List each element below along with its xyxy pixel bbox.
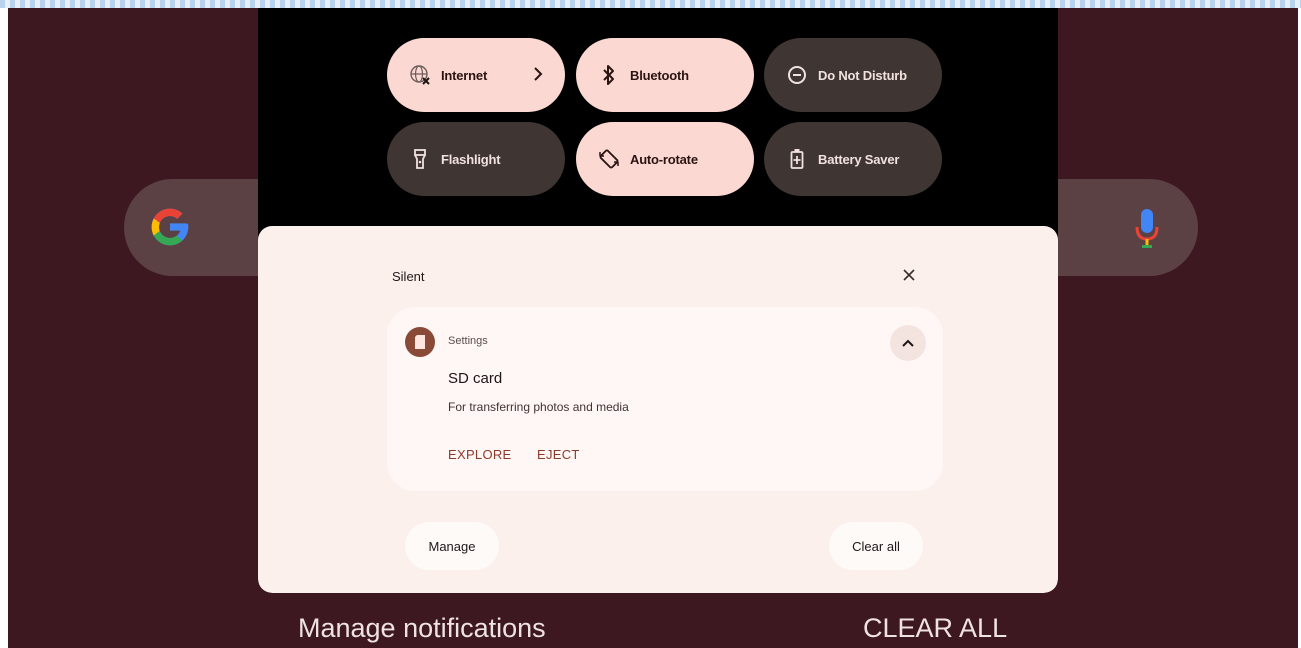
tile-battery-saver-label: Battery Saver	[818, 151, 900, 167]
notification-card-sd-card[interactable]: Settings SD card For transferring photos…	[387, 307, 943, 491]
close-icon[interactable]	[900, 266, 918, 284]
bluetooth-icon	[598, 64, 620, 86]
settings-app-icon	[405, 327, 435, 357]
notification-shade: Internet Bluetooth Do Not Disturb Flashl…	[258, 8, 1058, 593]
tile-internet-label: Internet	[441, 67, 488, 83]
tile-auto-rotate-label: Auto-rotate	[630, 151, 698, 167]
notification-app-name: Settings	[448, 335, 488, 347]
notification-panel: Silent Settings SD card For transferring…	[258, 226, 1058, 593]
tile-do-not-disturb[interactable]: Do Not Disturb	[764, 38, 942, 112]
notification-text: For transferring photos and media	[448, 400, 629, 414]
microphone-icon[interactable]	[1134, 207, 1160, 249]
tile-do-not-disturb-label: Do Not Disturb	[818, 67, 907, 83]
top-dotted-strip	[0, 0, 1301, 8]
eject-action-button[interactable]: EJECT	[537, 447, 580, 462]
explore-action-button[interactable]: EXPLORE	[448, 447, 512, 462]
auto-rotate-icon	[598, 148, 620, 170]
tile-bluetooth-label: Bluetooth	[630, 67, 689, 83]
collapse-button[interactable]	[890, 325, 926, 361]
clear-all-button[interactable]: Clear all	[829, 522, 923, 570]
chevron-up-icon	[902, 339, 914, 347]
tile-flashlight-label: Flashlight	[441, 151, 501, 167]
google-g-icon	[151, 208, 189, 246]
do-not-disturb-icon	[786, 64, 808, 86]
battery-saver-icon	[786, 148, 808, 170]
tile-internet[interactable]: Internet	[387, 38, 565, 112]
clear-all-link[interactable]: CLEAR ALL	[863, 613, 1007, 644]
internet-globe-icon	[409, 64, 431, 86]
tile-flashlight[interactable]: Flashlight	[387, 122, 565, 196]
tile-auto-rotate[interactable]: Auto-rotate	[576, 122, 754, 196]
manage-notifications-link[interactable]: Manage notifications	[298, 613, 546, 644]
tile-bluetooth[interactable]: Bluetooth	[576, 38, 754, 112]
flashlight-icon	[409, 148, 431, 170]
notification-title: SD card	[448, 370, 503, 387]
chevron-right-icon[interactable]	[531, 64, 545, 84]
silent-section-header: Silent	[392, 269, 425, 284]
manage-button[interactable]: Manage	[405, 522, 499, 570]
tile-battery-saver[interactable]: Battery Saver	[764, 122, 942, 196]
